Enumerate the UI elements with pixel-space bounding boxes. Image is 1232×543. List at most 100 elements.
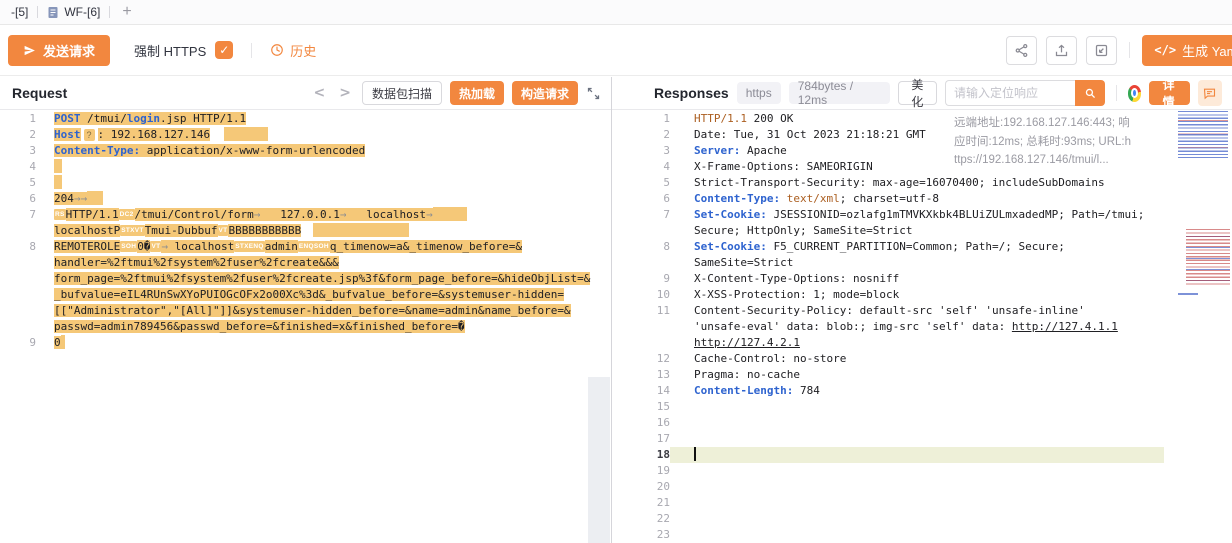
line-number: 6	[0, 191, 36, 207]
code-segment: Pragma: no-cache	[694, 368, 800, 381]
code-segment: 200 OK	[747, 112, 793, 125]
main-area: Request < > 数据包扫描 热加载 构造请求 1POST /tmui/l…	[0, 77, 1232, 543]
line-number: 10	[612, 287, 670, 303]
code-line: 21	[612, 495, 1164, 511]
toolbar-divider	[251, 43, 252, 58]
code-segment: form_page=%2ftmui%2fsystem%2fuser%2fcrea…	[54, 272, 590, 285]
code-segment: JSESSIONID=ozlafg1mTMVKXkbk4BLUiZULmxade…	[767, 208, 1145, 221]
force-https-group: 强制 HTTPS ✓	[134, 41, 233, 60]
code-segment: Content-Type:	[694, 192, 780, 205]
toolbar: 发送请求 强制 HTTPS ✓ 历史	[0, 25, 1232, 76]
chrome-icon[interactable]	[1128, 85, 1142, 102]
code-line: 7RSHTTP/1.1DC2/tmui/Control/form→ 127.0.…	[0, 207, 611, 223]
code-text: Set-Cookie: F5_CURRENT_PARTITION=Common;…	[670, 239, 1164, 255]
code-line: 19	[612, 463, 1164, 479]
fullscreen-icon[interactable]	[586, 86, 601, 101]
code-line: 5	[0, 175, 611, 191]
force-https-checkbox[interactable]: ✓	[215, 41, 233, 59]
code-text	[670, 431, 1164, 447]
minimap-line	[1178, 293, 1198, 295]
line-number: 13	[612, 367, 670, 383]
code-line: 22	[612, 511, 1164, 527]
line-number: 5	[612, 175, 670, 191]
control-char-badge: ENQSOH	[298, 241, 330, 252]
code-text: Content-Type: text/xml; charset=utf-8	[670, 191, 1164, 207]
code-text	[670, 415, 1164, 431]
prev-arrow-button[interactable]: <	[310, 85, 328, 101]
code-segment: X-Frame-Options: SAMEORIGIN	[694, 160, 873, 173]
line-number	[0, 303, 36, 319]
packet-scan-button[interactable]: 数据包扫描	[362, 81, 442, 105]
code-text: Set-Cookie: JSESSIONID=ozlafg1mTMVKXkbk4…	[670, 207, 1164, 223]
request-editor[interactable]: 1POST /tmui/login.jsp HTTP/1.12Host?: 19…	[0, 111, 611, 543]
construct-request-button[interactable]: 构造请求	[512, 81, 578, 105]
protocol-badge: https	[737, 82, 781, 104]
code-segment	[54, 175, 62, 189]
hot-reload-button[interactable]: 热加载	[450, 81, 504, 105]
minimap[interactable]	[1176, 111, 1232, 543]
generate-yaml-button[interactable]: </> 生成 Yaml 模板	[1142, 35, 1232, 66]
add-tab-button[interactable]: +	[110, 3, 143, 21]
generate-yaml-label: 生成 Yaml 模板	[1182, 41, 1232, 60]
toolbar-right: </> 生成 Yaml 模板	[1006, 35, 1224, 66]
minimap-headers-block	[1178, 111, 1228, 158]
code-line: 6Content-Type: text/xml; charset=utf-8	[612, 191, 1164, 207]
line-number: 15	[612, 399, 670, 415]
line-number	[0, 319, 36, 335]
next-arrow-button[interactable]: >	[336, 85, 354, 101]
code-segment: application/x-www-form-urlencoded	[140, 144, 365, 157]
code-segment: text/xml	[787, 192, 840, 205]
code-segment: localhostP	[54, 224, 120, 237]
search-button[interactable]	[1075, 80, 1105, 106]
code-segment: Content-Type:	[54, 144, 140, 157]
history-button[interactable]: 历史	[270, 41, 316, 60]
code-segment: handler=%2ftmui%2fsystem%2fuser%2fcreate…	[54, 256, 339, 269]
code-segment: Host	[54, 128, 81, 141]
compose-icon	[1094, 43, 1109, 58]
edit-button[interactable]	[1086, 36, 1117, 65]
response-title: Responses	[654, 85, 729, 101]
link[interactable]: http://127.4.2.1	[694, 336, 800, 349]
line-number: 5	[0, 175, 36, 191]
send-request-button[interactable]: 发送请求	[8, 35, 110, 66]
line-number	[0, 287, 36, 303]
request-scrollbar[interactable]	[588, 377, 610, 543]
code-line: 18	[612, 447, 1164, 463]
tab-prev[interactable]: -[5]	[2, 0, 37, 24]
code-segment: BBBBBBBBBBB	[228, 224, 301, 237]
line-number: 14	[612, 383, 670, 399]
code-segment	[210, 127, 224, 141]
line-number: 2	[0, 127, 36, 143]
tab-active[interactable]: WF-[6]	[38, 0, 109, 24]
code-text: passwd=admin789456&passwd_before=&finish…	[36, 319, 611, 335]
code-segment: F5_CURRENT_PARTITION=Common; Path=/; Sec…	[767, 240, 1065, 253]
control-char-badge: STXENQ	[234, 241, 265, 252]
search-input[interactable]	[945, 80, 1075, 106]
code-segment: Content-Security-Policy: default-src 'se…	[694, 304, 1085, 317]
comment-button[interactable]	[1198, 80, 1222, 106]
tab-active-label: WF-[6]	[64, 5, 100, 19]
share-button[interactable]	[1006, 36, 1037, 65]
text-cursor	[694, 447, 696, 461]
line-number: 12	[612, 351, 670, 367]
code-line: _bufvalue=eIL4RUnSwXYoPUIOGcOFx2o00Xc%3d…	[0, 287, 611, 303]
response-editor[interactable]: 1HTTP/1.1 200 OK2Date: Tue, 31 Oct 2023 …	[612, 111, 1232, 543]
code-segment: Content-Length:	[694, 384, 793, 397]
code-text: Strict-Transport-Security: max-age=16070…	[670, 175, 1164, 191]
beautify-button[interactable]: 美化	[898, 81, 937, 105]
control-char-badge: VT	[218, 225, 229, 236]
code-segment: Set-Cookie:	[694, 208, 767, 221]
code-line: 23	[612, 527, 1164, 543]
code-text	[36, 159, 611, 175]
code-segment: 'unsafe-eval' data: blob:; img-src 'self…	[694, 320, 1012, 333]
code-line: 4	[0, 159, 611, 175]
code-text: X-Content-Type-Options: nosniff	[670, 271, 1164, 287]
request-header: Request < > 数据包扫描 热加载 构造请求	[0, 77, 611, 110]
line-number: 3	[0, 143, 36, 159]
link[interactable]: http://127.4.1.1	[1012, 320, 1118, 333]
export-button[interactable]	[1046, 36, 1077, 65]
force-https-label: 强制 HTTPS	[134, 41, 206, 60]
details-button[interactable]: 详情	[1149, 81, 1189, 105]
line-number: 3	[612, 143, 670, 159]
meta-line: ttps://192.168.127.146/tmui/l...	[954, 151, 1166, 170]
